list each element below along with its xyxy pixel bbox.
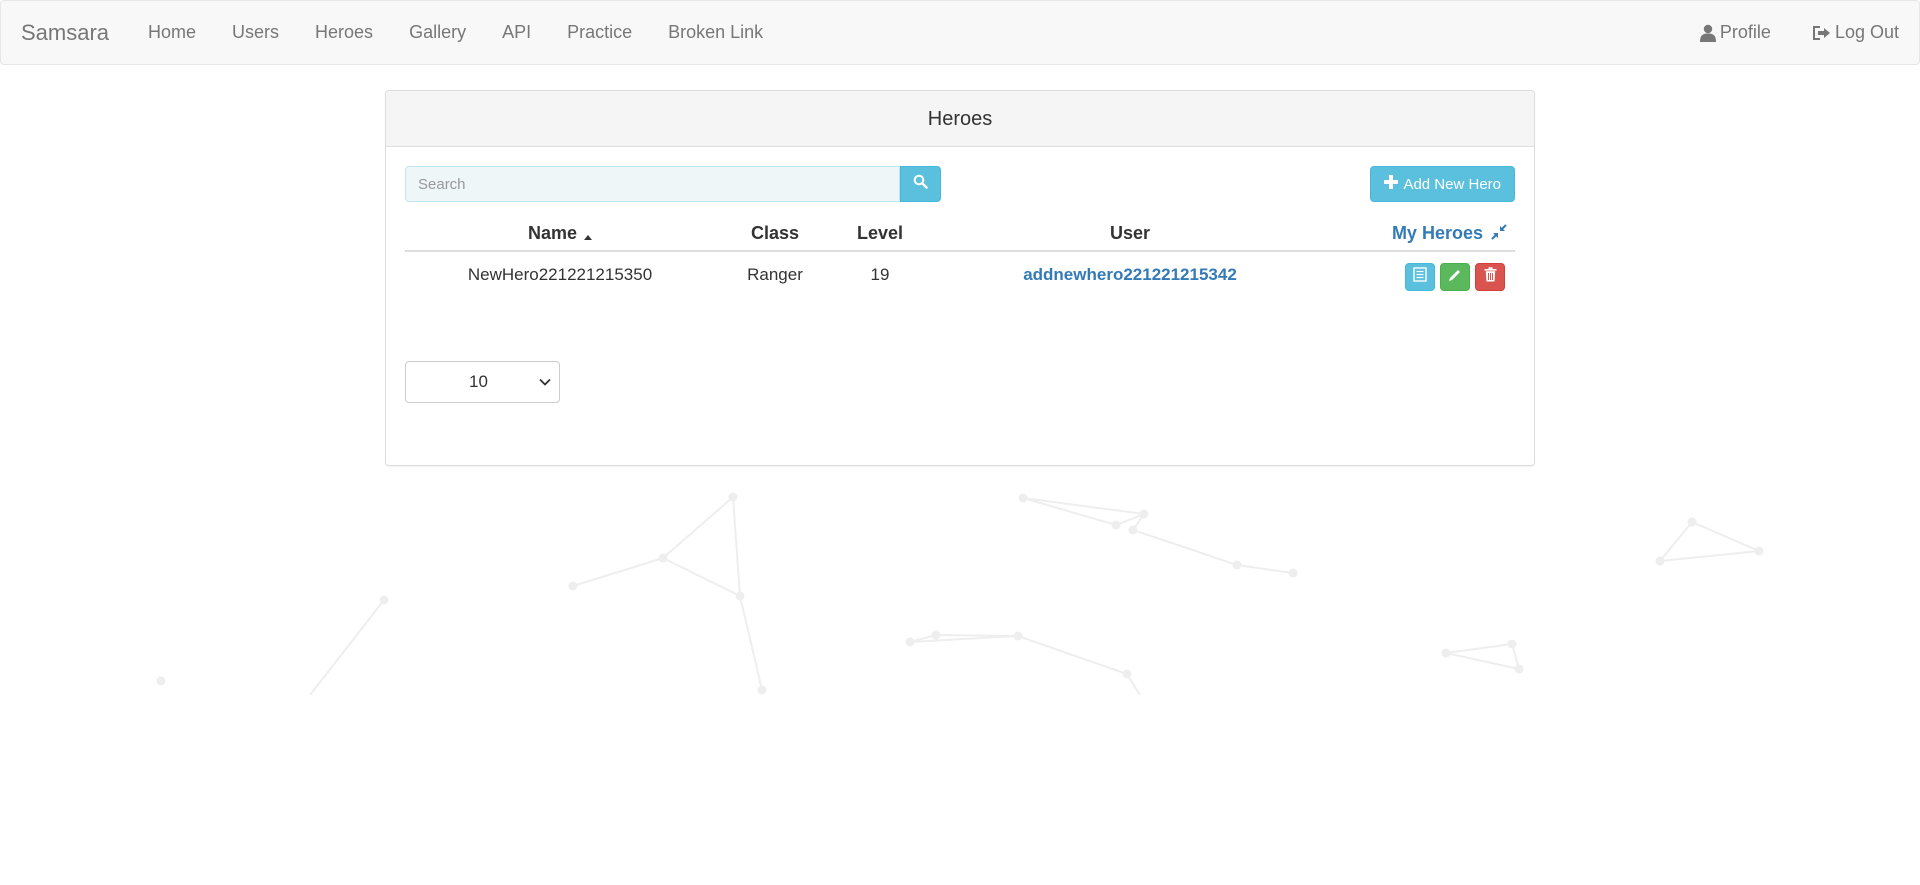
nav-heroes[interactable]: Heroes: [297, 1, 391, 64]
plus-icon: [1384, 175, 1399, 193]
nav-home[interactable]: Home: [130, 1, 214, 64]
trash-icon: [1484, 267, 1497, 287]
search-input[interactable]: [405, 166, 900, 202]
logout-label: Log Out: [1834, 22, 1899, 42]
column-header-level[interactable]: Level: [845, 216, 915, 250]
logout-link[interactable]: Log Out: [1791, 1, 1919, 64]
row-actions: [1405, 263, 1505, 291]
brand-logo[interactable]: Samsara: [21, 1, 109, 64]
page-size-select[interactable]: 10: [405, 361, 560, 403]
panel-title: Heroes: [386, 91, 1534, 147]
add-new-hero-label: Add New Hero: [1403, 175, 1501, 193]
compress-icon: [1491, 217, 1507, 251]
column-header-user[interactable]: User: [1000, 216, 1260, 250]
hero-level-cell: 19: [870, 265, 890, 284]
heroes-panel: Heroes Add New Hero Name Class Level Use…: [385, 90, 1535, 466]
log-out-icon: [1811, 24, 1831, 42]
view-hero-button[interactable]: [1405, 263, 1435, 291]
top-navbar: Samsara Home Users Heroes Gallery API Pr…: [0, 0, 1920, 65]
heroes-table: Name Class Level User My Heroes NewHero2…: [405, 216, 1515, 300]
chevron-down-icon: [531, 378, 559, 386]
profile-link[interactable]: Profile: [1680, 1, 1791, 64]
add-new-hero-button[interactable]: Add New Hero: [1370, 166, 1515, 202]
nav-api[interactable]: API: [484, 1, 549, 64]
sort-ascending-icon: [584, 217, 593, 251]
table-header: Name Class Level User My Heroes: [405, 216, 1515, 252]
table-row: NewHero221221215350 Ranger 19 addnewhero…: [405, 252, 1515, 300]
nav-broken-link[interactable]: Broken Link: [650, 1, 781, 64]
column-header-class[interactable]: Class: [745, 216, 805, 250]
search-icon: [913, 174, 928, 194]
pencil-icon: [1448, 268, 1462, 287]
my-heroes-toggle[interactable]: My Heroes: [1375, 216, 1507, 250]
list-alt-icon: [1413, 267, 1427, 287]
constellation-background: [156, 492, 1764, 695]
user-nav: Profile Log Out: [1680, 1, 1919, 64]
my-heroes-label: My Heroes: [1391, 223, 1483, 243]
nav-users[interactable]: Users: [214, 1, 297, 64]
column-name-label: Name: [527, 223, 577, 243]
main-nav: Home Users Heroes Gallery API Practice B…: [130, 1, 781, 64]
search-button[interactable]: [900, 166, 941, 202]
profile-label: Profile: [1719, 22, 1771, 42]
edit-hero-button[interactable]: [1440, 263, 1470, 291]
user-icon: [1699, 24, 1716, 42]
search-group: [405, 166, 941, 202]
nav-practice[interactable]: Practice: [549, 1, 650, 64]
delete-hero-button[interactable]: [1475, 263, 1505, 291]
hero-name-cell: NewHero221221215350: [467, 265, 653, 284]
nav-gallery[interactable]: Gallery: [391, 1, 484, 64]
page-size-value: 10: [469, 372, 488, 391]
column-header-name[interactable]: Name: [445, 216, 675, 250]
hero-user-link[interactable]: addnewhero221221215342: [1000, 252, 1260, 298]
hero-class-cell: Ranger: [747, 265, 803, 284]
